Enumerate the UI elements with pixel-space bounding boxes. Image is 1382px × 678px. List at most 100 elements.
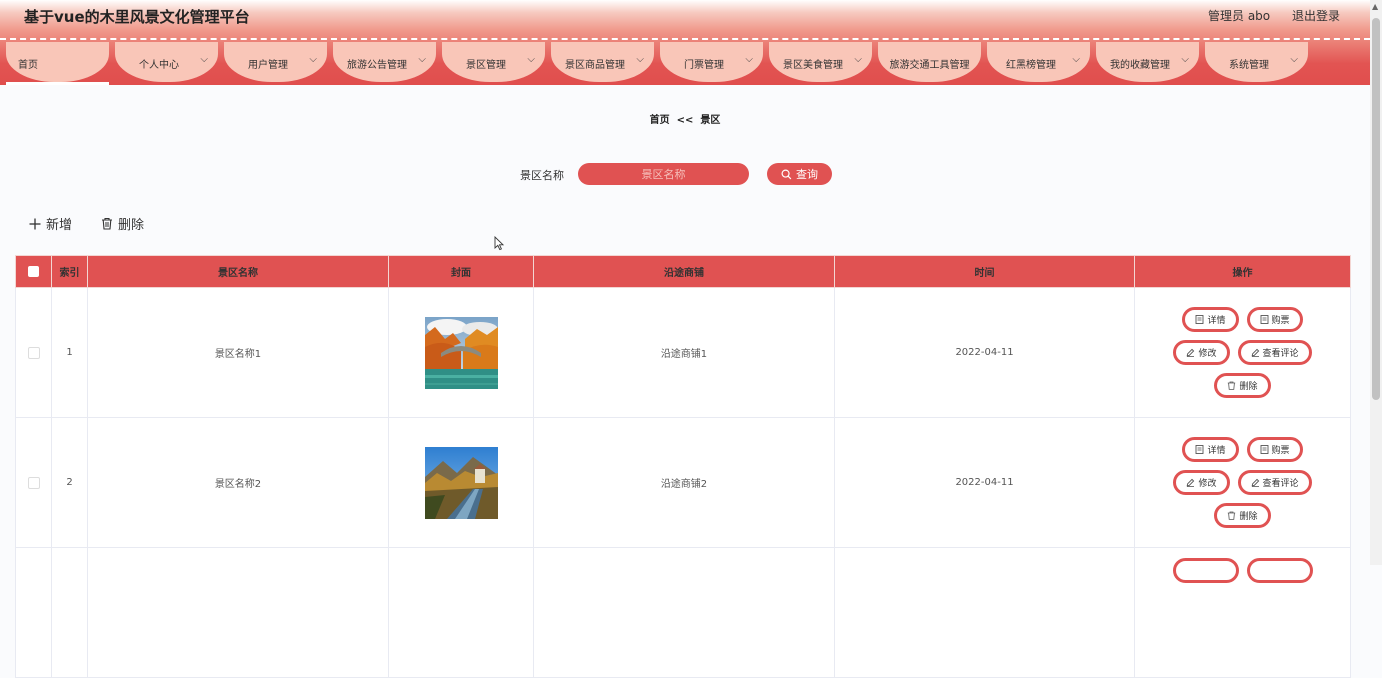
- nav-item-scenic-areas[interactable]: 景区管理 ⌵: [442, 42, 545, 82]
- nav-item-red-black-list[interactable]: 红黑榜管理 ⌵: [987, 42, 1090, 82]
- nav-item-scenic-goods[interactable]: 景区商品管理 ⌵: [551, 42, 654, 82]
- column-header[interactable]: 封面: [388, 255, 534, 288]
- row-delete-button[interactable]: 删除: [1214, 373, 1271, 398]
- detail-button[interactable]: 详情: [1182, 437, 1239, 462]
- column-header[interactable]: 时间: [834, 255, 1135, 288]
- table-header-row: 索引 景区名称 封面 沿途商铺 时间 操作: [15, 255, 1351, 288]
- nav-item-label: 系统管理: [1229, 60, 1269, 71]
- row-actions: [1134, 547, 1351, 678]
- buy-ticket-button[interactable]: [1246, 558, 1313, 583]
- batch-delete-button-label: 删除: [118, 218, 145, 233]
- logout-link[interactable]: 退出登录: [1292, 9, 1340, 23]
- chevron-down-icon: ⌵: [200, 54, 208, 65]
- column-header: 操作: [1134, 255, 1351, 288]
- select-all-checkbox[interactable]: [28, 265, 39, 277]
- buy-ticket-button[interactable]: 购票: [1246, 307, 1303, 332]
- buy-ticket-button-label: 购票: [1271, 316, 1290, 326]
- row-index: [51, 547, 88, 678]
- chevron-down-icon: ⌵: [854, 54, 862, 65]
- nav-item-favorites[interactable]: 我的收藏管理 ⌵: [1096, 42, 1199, 82]
- edit-button[interactable]: 修改: [1173, 340, 1230, 365]
- scroll-thumb[interactable]: [1372, 18, 1380, 400]
- app-title: 基于vue的木里风景文化管理平台: [24, 8, 250, 26]
- row-name: [87, 547, 389, 678]
- nav-item-home[interactable]: 首页: [6, 42, 109, 85]
- row-delete-button[interactable]: 删除: [1214, 503, 1271, 528]
- detail-button-label: 详情: [1207, 316, 1226, 326]
- add-button-label: 新增: [46, 218, 73, 233]
- document-icon: [1260, 445, 1268, 454]
- row-name: 景区名称1: [87, 287, 389, 418]
- plus-icon: [29, 218, 41, 229]
- search-icon: [781, 169, 792, 179]
- view-comments-button-label: 查看评论: [1262, 479, 1299, 489]
- row-index: 1: [51, 287, 88, 418]
- nav-item-tickets[interactable]: 门票管理 ⌵: [660, 42, 763, 82]
- search-button[interactable]: 查询: [767, 163, 832, 185]
- search-input[interactable]: [578, 163, 749, 185]
- select-all-cell: [15, 255, 52, 288]
- chevron-down-icon: ⌵: [636, 54, 644, 65]
- row-name: 景区名称2: [87, 417, 389, 548]
- trash-icon: [102, 217, 112, 230]
- detail-button[interactable]: [1172, 558, 1239, 583]
- detail-button[interactable]: 详情: [1182, 307, 1239, 332]
- nav-item-label: 我的收藏管理: [1110, 60, 1170, 71]
- edit-button-label: 修改: [1198, 479, 1217, 489]
- batch-delete-button[interactable]: 删除: [101, 214, 144, 233]
- nav-item-scenic-food[interactable]: 景区美食管理 ⌵: [769, 42, 872, 82]
- row-time: 2022-04-11: [834, 287, 1135, 418]
- add-button[interactable]: 新增: [29, 214, 72, 233]
- column-header[interactable]: 索引: [51, 255, 88, 288]
- row-select-cell: [15, 417, 52, 548]
- nav-item-label: 景区管理: [466, 60, 506, 71]
- nav-item-label: 个人中心: [139, 60, 179, 71]
- table-row: 2 景区名称2 沿途商铺2 2022-04-11 详情 购票 修改 查看评论 删…: [15, 417, 1351, 548]
- nav-item-transport[interactable]: 旅游交通工具管理: [878, 42, 981, 82]
- nav-item-personal-center[interactable]: 个人中心 ⌵: [115, 42, 218, 82]
- row-cover-cell: [388, 547, 534, 678]
- pencil-icon: [1187, 348, 1195, 357]
- view-comments-button[interactable]: 查看评论: [1237, 340, 1312, 365]
- column-header[interactable]: 沿途商铺: [533, 255, 835, 288]
- row-delete-button-label: 删除: [1239, 512, 1258, 522]
- cover-image-autumn-bridge[interactable]: [424, 316, 498, 389]
- buy-ticket-button[interactable]: 购票: [1246, 437, 1303, 462]
- nav-item-label: 景区美食管理: [783, 60, 843, 71]
- nav-item-label: 首页: [18, 60, 38, 71]
- row-time: 2022-04-11: [834, 417, 1135, 548]
- pencil-icon: [1251, 348, 1259, 357]
- document-icon: [1196, 445, 1204, 454]
- row-select-cell: [15, 287, 52, 418]
- row-cover-cell: [388, 287, 534, 418]
- nav-item-system[interactable]: 系统管理 ⌵: [1205, 42, 1308, 82]
- view-comments-button[interactable]: 查看评论: [1237, 470, 1312, 495]
- detail-button-label: 详情: [1207, 446, 1226, 456]
- chevron-down-icon: ⌵: [1290, 54, 1298, 65]
- row-select-cell: [15, 547, 52, 678]
- user-role-label: 管理员 abo: [1208, 9, 1271, 23]
- document-icon: [1260, 315, 1268, 324]
- cover-image-mountain-road[interactable]: [424, 446, 498, 519]
- chevron-down-icon: ⌵: [418, 54, 426, 65]
- scroll-up-arrow-icon[interactable]: ▲: [1372, 2, 1378, 11]
- page-scrollbar[interactable]: ▲: [1370, 0, 1382, 565]
- edit-button[interactable]: 修改: [1173, 470, 1230, 495]
- breadcrumb: 首页 << 景区: [0, 111, 1370, 126]
- row-checkbox[interactable]: [27, 346, 40, 359]
- nav-item-label: 红黑榜管理: [1006, 60, 1056, 71]
- breadcrumb-home[interactable]: 首页: [650, 115, 670, 126]
- top-header: 基于vue的木里风景文化管理平台 管理员 abo 退出登录 首页 个人中心 ⌵ 用…: [0, 0, 1370, 85]
- nav-item-label: 景区商品管理: [565, 60, 625, 71]
- row-shop: 沿途商铺2: [533, 417, 835, 548]
- edit-button-label: 修改: [1198, 349, 1217, 359]
- row-checkbox[interactable]: [27, 476, 40, 489]
- column-header[interactable]: 景区名称: [87, 255, 389, 288]
- nav-item-announcements[interactable]: 旅游公告管理 ⌵: [333, 42, 436, 82]
- chevron-down-icon: ⌵: [745, 54, 753, 65]
- nav-item-user-management[interactable]: 用户管理 ⌵: [224, 42, 327, 82]
- row-delete-button-label: 删除: [1239, 382, 1258, 392]
- row-shop: [533, 547, 835, 678]
- pencil-icon: [1251, 478, 1259, 487]
- chevron-down-icon: ⌵: [1072, 54, 1080, 65]
